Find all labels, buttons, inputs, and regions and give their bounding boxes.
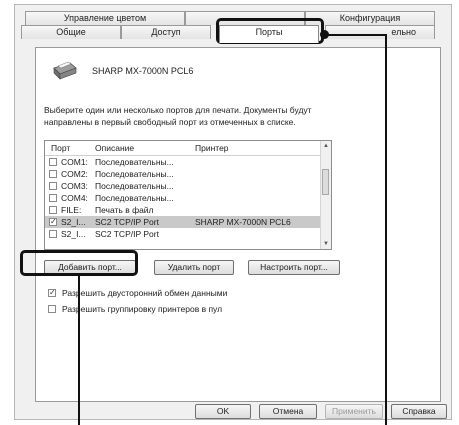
instructions-text: Выберите один или несколько портов для п… [44,105,312,127]
port-name: S2_I... [61,229,86,239]
add-port-leader-line [78,276,80,425]
tab-ports[interactable]: Порты [219,25,319,43]
port-description: Последовательны... [95,181,174,191]
ports-tab-leader-line [385,34,387,425]
port-list-row[interactable]: COM2: Последовательны... [45,168,331,180]
tab-advanced[interactable]: ельно [325,25,435,39]
port-list-scrollbar[interactable]: ▲ ▼ [320,141,331,249]
scroll-up-icon[interactable]: ▲ [321,141,331,151]
port-checkbox[interactable] [49,158,57,166]
port-list-row[interactable]: COM3: Последовательны... [45,180,331,192]
tab-color-management[interactable]: Управление цветом [25,11,185,25]
port-list-row[interactable]: ✓ S2_I... SC2 TCP/IP Port SHARP MX-7000N PC… [45,216,331,228]
ok-button[interactable]: OK [195,404,251,419]
port-description: Последовательны... [95,193,174,203]
add-port-callout [20,250,138,276]
cancel-button[interactable]: Отмена [259,404,317,419]
pooling-checkbox[interactable] [48,305,56,313]
port-description: Печать в файл [95,205,154,215]
tab-configuration[interactable]: Конфигурация [305,11,435,25]
pooling-label: Разрешить группировку принтеров в пул [62,304,223,314]
ports-panel: SHARP MX-7000N PCL6 Выберите один или не… [35,47,441,402]
column-header-port[interactable]: Порт [51,143,70,153]
column-header-printer[interactable]: Принтер [195,143,229,153]
bidirectional-label: Разрешить двусторонний обмен данными [62,288,228,298]
port-name: COM4: [61,193,88,203]
port-list-row[interactable]: COM1: Последовательны... [45,156,331,168]
port-list-rows: COM1: Последовательны... COM2: Последовател… [45,156,331,240]
port-printer: SHARP MX-7000N PCL6 [195,217,291,227]
printer-name: SHARP MX-7000N PCL6 [92,66,194,76]
configure-port-button[interactable]: Настроить порт... [248,260,340,275]
port-checkbox[interactable] [49,182,57,190]
port-checkbox[interactable] [49,194,57,202]
scroll-thumb[interactable] [322,169,329,195]
port-list-header: Порт Описание Принтер [45,141,331,156]
port-name: FILE: [61,205,82,215]
port-description: SC2 TCP/IP Port [95,229,159,239]
port-checkbox[interactable]: ✓ [49,218,57,226]
column-header-description[interactable]: Описание [95,143,134,153]
scroll-down-icon[interactable]: ▼ [321,239,331,249]
port-name: S2_I... [61,217,86,227]
port-checkbox[interactable] [49,206,57,214]
port-name: COM2: [61,169,88,179]
port-list-row[interactable]: FILE: Печать в файл [45,204,331,216]
port-checkbox[interactable] [49,230,57,238]
port-list-row[interactable]: COM4: Последовательны... [45,192,331,204]
port-name: COM1: [61,157,88,167]
port-name: COM3: [61,181,88,191]
port-description: Последовательны... [95,169,174,179]
tab-general[interactable]: Общие [21,25,121,39]
port-description: SC2 TCP/IP Port [95,217,159,227]
ports-tab-leader-dot [320,30,329,39]
bidirectional-checkbox[interactable]: ✓ [48,289,56,297]
port-list[interactable]: Порт Описание Принтер COM1: Последователь… [44,140,332,250]
apply-button[interactable]: Применить [325,404,383,419]
port-checkbox[interactable] [49,170,57,178]
printer-icon [53,61,77,80]
port-list-row[interactable]: S2_I... SC2 TCP/IP Port [45,228,331,240]
ports-tab-leader-connector [326,34,386,36]
port-description: Последовательны... [95,157,174,167]
tab-sharing[interactable]: Доступ [121,25,211,39]
help-button[interactable]: Справка [391,404,447,419]
delete-port-button[interactable]: Удалить порт [154,260,234,275]
